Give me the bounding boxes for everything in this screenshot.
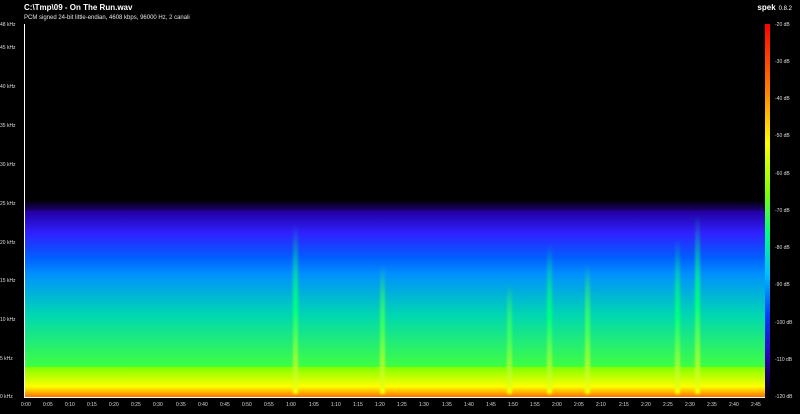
y-tick-label: 0 kHz bbox=[0, 394, 13, 400]
x-tick-label: 0:25 bbox=[131, 402, 141, 408]
db-label: -80 dB bbox=[775, 245, 790, 251]
x-tick-label: 1:00 bbox=[286, 402, 296, 408]
db-label: -40 dB bbox=[775, 96, 790, 102]
x-tick-label: 1:10 bbox=[331, 402, 341, 408]
spectrum-burst bbox=[547, 244, 552, 394]
spectrum-burst bbox=[380, 264, 385, 394]
x-tick-label: 0:05 bbox=[43, 402, 53, 408]
x-tick-label: 1:45 bbox=[486, 402, 496, 408]
x-tick-label: 1:20 bbox=[375, 402, 385, 408]
y-tick-label: 5 kHz bbox=[0, 356, 13, 362]
x-tick-label: 0:00 bbox=[21, 402, 31, 408]
x-tick-label: 2:20 bbox=[641, 402, 651, 408]
y-tick-label: 15 kHz bbox=[0, 278, 16, 284]
x-tick-label: 2:00 bbox=[552, 402, 562, 408]
y-tick-label: 35 kHz bbox=[0, 123, 16, 129]
db-label: -60 dB bbox=[775, 171, 790, 177]
x-tick-label: 1:15 bbox=[353, 402, 363, 408]
spectrum-mid-band bbox=[25, 274, 765, 367]
y-tick-label: 48 kHz bbox=[0, 22, 16, 28]
x-tick-label: 1:25 bbox=[397, 402, 407, 408]
y-tick-label: 25 kHz bbox=[0, 201, 16, 207]
x-tick-label: 2:15 bbox=[619, 402, 629, 408]
y-tick-label: 30 kHz bbox=[0, 162, 16, 168]
x-tick-label: 0:55 bbox=[264, 402, 274, 408]
spectrum-burst bbox=[585, 264, 590, 394]
spectrum-burst bbox=[695, 214, 700, 394]
x-tick-label: 2:25 bbox=[663, 402, 673, 408]
x-tick-label: 0:30 bbox=[153, 402, 163, 408]
x-tick-label: 1:50 bbox=[508, 402, 518, 408]
db-label: -30 dB bbox=[775, 59, 790, 65]
app-brand: spek 0.8.2 bbox=[757, 3, 792, 12]
spectrum-burst bbox=[507, 284, 512, 394]
x-tick-label: 1:05 bbox=[309, 402, 319, 408]
y-tick-label: 45 kHz bbox=[0, 45, 16, 51]
db-color-bar bbox=[765, 24, 770, 397]
x-tick-label: 0:35 bbox=[176, 402, 186, 408]
x-tick-label: 0:40 bbox=[198, 402, 208, 408]
db-label: -20 dB bbox=[775, 22, 790, 28]
y-tick-label: 40 kHz bbox=[0, 84, 16, 90]
x-tick-label: 1:35 bbox=[442, 402, 452, 408]
db-label: -110 dB bbox=[775, 357, 793, 363]
app-name: spek bbox=[757, 3, 776, 12]
x-tick-label: 2:30 bbox=[685, 402, 695, 408]
window-title: C:\Tmp\09 - On The Run.wav bbox=[24, 3, 133, 12]
spectrum-cutoff-band bbox=[25, 200, 765, 214]
spectrum-burst bbox=[675, 239, 680, 394]
file-info: PCM signed 24-bit little-endian, 4608 kb… bbox=[24, 15, 190, 21]
x-tick-label: 0:15 bbox=[87, 402, 97, 408]
db-label: -50 dB bbox=[775, 133, 790, 139]
spectrum-burst bbox=[293, 224, 298, 394]
db-label: -100 dB bbox=[775, 320, 793, 326]
x-tick-label: 2:10 bbox=[596, 402, 606, 408]
x-tick-label: 1:55 bbox=[530, 402, 540, 408]
x-tick-label: 2:35 bbox=[707, 402, 717, 408]
y-tick-label: 20 kHz bbox=[0, 240, 16, 246]
db-label: -90 dB bbox=[775, 282, 790, 288]
spectrogram bbox=[24, 24, 765, 398]
db-label: -120 dB bbox=[775, 394, 793, 400]
x-tick-label: 0:45 bbox=[220, 402, 230, 408]
db-label: -70 dB bbox=[775, 208, 790, 214]
x-tick-label: 0:50 bbox=[242, 402, 252, 408]
x-tick-label: 2:40 bbox=[729, 402, 739, 408]
x-tick-label: 1:30 bbox=[419, 402, 429, 408]
x-tick-label: 2:05 bbox=[574, 402, 584, 408]
x-tick-label: 2:45 bbox=[751, 402, 761, 408]
x-tick-label: 0:10 bbox=[65, 402, 75, 408]
x-tick-label: 1:40 bbox=[464, 402, 474, 408]
spectrum-high-band bbox=[25, 211, 765, 274]
spectrum-low-band bbox=[25, 367, 765, 397]
y-tick-label: 10 kHz bbox=[0, 317, 16, 323]
app-version: 0.8.2 bbox=[778, 6, 792, 12]
x-tick-label: 0:20 bbox=[109, 402, 119, 408]
